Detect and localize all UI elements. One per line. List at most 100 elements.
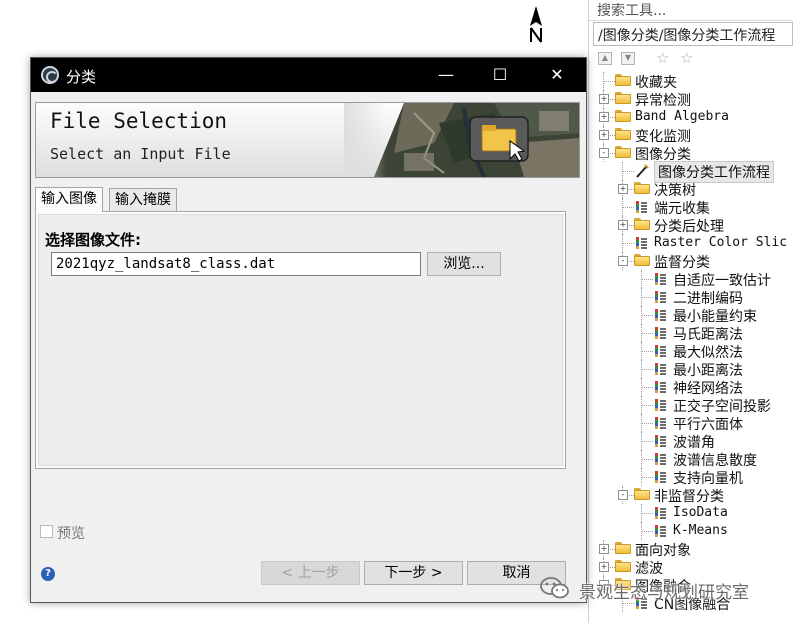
browse-button[interactable]: 浏览... <box>427 252 501 276</box>
tree-connector <box>641 396 642 414</box>
tree-connector <box>622 162 623 180</box>
tree-connector <box>641 387 653 388</box>
tree-connector <box>641 369 653 370</box>
collapse-icon[interactable]: - <box>599 148 609 158</box>
collapse-icon[interactable]: - <box>618 490 628 500</box>
expand-icon[interactable]: + <box>599 112 609 122</box>
watermark-text: 景观生态与规划研究室 <box>579 583 749 603</box>
toolbox-search[interactable]: 搜索工具... <box>589 0 793 21</box>
star-icon[interactable]: ☆ <box>656 49 669 67</box>
tab-input-image[interactable]: 输入图像 <box>35 187 103 212</box>
tree-node-label: 异常检测 <box>635 93 691 109</box>
minimize-button[interactable]: — <box>420 58 472 92</box>
expand-icon[interactable]: + <box>618 220 628 230</box>
tree-node-label: 面向对象 <box>635 543 691 559</box>
tree-connector <box>641 360 642 378</box>
tree-connector <box>641 450 642 468</box>
tree-connector <box>622 207 634 208</box>
expand-icon[interactable]: + <box>599 94 609 104</box>
tree-node-label: 收藏夹 <box>635 75 677 91</box>
tool-icon <box>655 290 667 303</box>
tree-node-label: 滤波 <box>635 561 663 577</box>
tree-connector <box>641 522 642 540</box>
tree-node-label: 二进制编码 <box>673 291 743 307</box>
tool-icon <box>655 470 667 483</box>
maximize-button[interactable]: ☐ <box>474 58 526 92</box>
toolbox-path-field[interactable]: /图像分类/图像分类工作流程 <box>593 22 793 46</box>
tree-connector <box>622 234 623 252</box>
star-add-icon[interactable]: ☆ <box>680 49 693 67</box>
expand-icon[interactable]: + <box>618 184 628 194</box>
toolbox-panel: 搜索工具... /图像分类/图像分类工作流程 ▲ ▼ ☆ ☆ 收藏夹 + 异常检测 +… <box>588 0 793 623</box>
toolbox-path-text: /图像分类/图像分类工作流程 <box>598 28 776 44</box>
dialog-title: 分类 <box>66 68 97 86</box>
folder-icon <box>615 128 631 140</box>
wechat-logo-icon <box>540 577 569 599</box>
folder-icon <box>634 182 650 194</box>
tree-connector <box>641 414 642 432</box>
tree-connector <box>641 423 653 424</box>
tree-connector <box>641 351 653 352</box>
tree-node-label: 波谱角 <box>673 435 715 451</box>
expand-icon[interactable]: + <box>599 562 609 572</box>
tool-icon <box>655 380 667 393</box>
folder-icon <box>615 74 631 86</box>
preview-checkbox[interactable] <box>40 525 53 538</box>
tool-icon <box>655 326 667 339</box>
file-path-input[interactable]: 2021qyz_landsat8_class.dat <box>51 252 421 276</box>
wizard-banner: File Selection Select an Input File <box>35 102 580 178</box>
tree-connector <box>641 459 653 460</box>
tab-input-mask[interactable]: 输入掩膜 <box>109 188 177 211</box>
tree-connector <box>641 477 653 478</box>
tree-connector <box>603 81 615 82</box>
collapse-up-icon[interactable]: ▲ <box>598 52 612 65</box>
tool-icon <box>655 506 667 519</box>
tree-node-label: K-Means <box>673 523 728 538</box>
tree-node-label: 分类后处理 <box>654 219 724 235</box>
banner-subtitle: Select an Input File <box>50 145 231 163</box>
dialog-titlebar[interactable]: 分类 — ☐ ✕ <box>31 58 586 92</box>
folder-icon <box>634 488 650 500</box>
toolbox-search-placeholder: 搜索工具... <box>597 3 667 19</box>
expand-down-icon[interactable]: ▼ <box>621 52 635 65</box>
tool-icon <box>636 200 648 213</box>
back-button[interactable]: < 上一步 <box>261 561 360 585</box>
tool-icon <box>655 272 667 285</box>
next-button[interactable]: 下一步 > <box>364 561 463 585</box>
tree-node-label: 神经网络法 <box>673 381 743 397</box>
tree-connector <box>641 270 642 288</box>
tool-icon <box>655 434 667 447</box>
tree-connector <box>641 297 653 298</box>
tree-connector <box>641 342 642 360</box>
tree-connector <box>641 333 653 334</box>
toolbox-toolbar: ▲ ▼ ☆ ☆ <box>589 48 793 70</box>
tree-connector <box>641 288 642 306</box>
tool-icon <box>655 416 667 429</box>
tool-icon <box>655 524 667 537</box>
folder-icon <box>615 560 631 572</box>
expand-icon[interactable]: + <box>599 130 609 140</box>
tree-node-label: 端元收集 <box>654 201 710 217</box>
tree-node-label: Band Algebra <box>635 109 729 124</box>
tree-connector <box>622 243 634 244</box>
tree-connector <box>641 378 642 396</box>
help-icon[interactable]: ? <box>41 567 55 581</box>
tool-icon <box>655 452 667 465</box>
tree-connector <box>641 315 653 316</box>
tree-connector <box>641 306 642 324</box>
tree-node-label: 波谱信息散度 <box>673 453 757 469</box>
classification-dialog: 分类 — ☐ ✕ File Selection Select an Input … <box>30 57 587 603</box>
tree-connector <box>603 72 604 90</box>
collapse-icon[interactable]: - <box>618 256 628 266</box>
tool-icon <box>655 344 667 357</box>
tool-icon <box>636 236 648 249</box>
tree-node-label: Raster Color Slic <box>654 235 788 250</box>
expand-icon[interactable]: + <box>599 544 609 554</box>
folder-icon <box>615 110 631 122</box>
tree-node-label: 最小能量约束 <box>673 309 757 325</box>
close-button[interactable]: ✕ <box>531 58 583 92</box>
north-arrow-icon <box>530 6 542 43</box>
tree-node-label: IsoData <box>673 505 728 520</box>
tree-node-label: 马氏距离法 <box>673 327 743 343</box>
tree-connector <box>622 198 623 216</box>
